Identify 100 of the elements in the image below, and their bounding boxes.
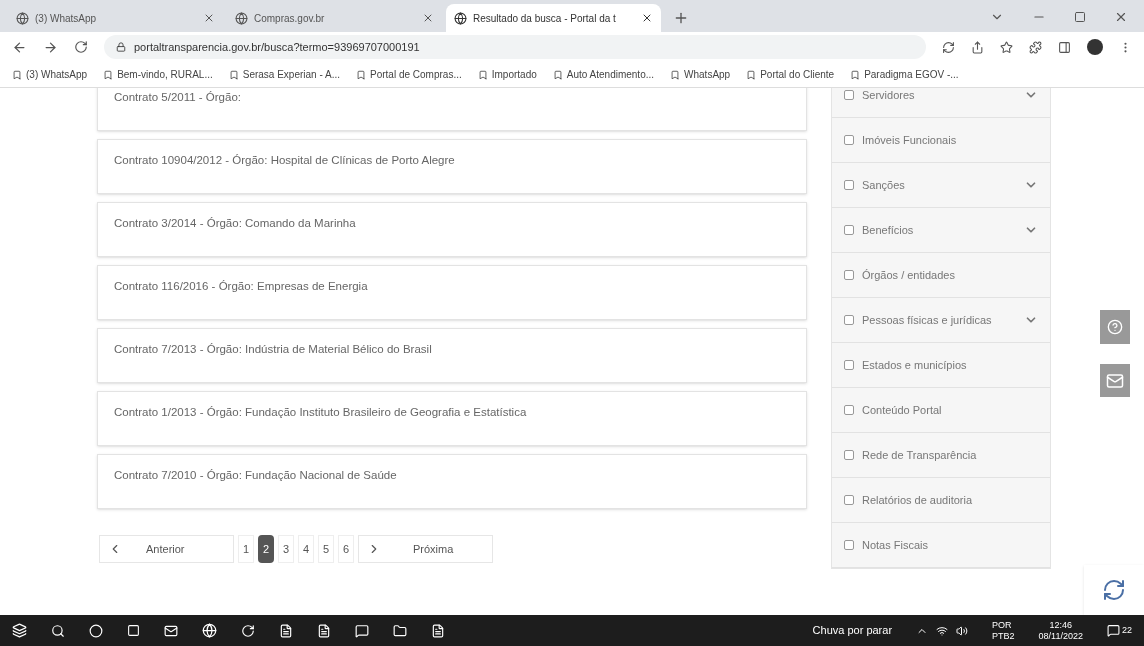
- filter-label: Relatórios de auditoria: [862, 492, 974, 508]
- close-icon[interactable]: [1114, 10, 1128, 24]
- app-icon[interactable]: [241, 623, 255, 638]
- network-icon[interactable]: [936, 624, 949, 637]
- extensions-icon[interactable]: [1029, 40, 1042, 54]
- bookmark-label: WhatsApp: [684, 68, 731, 82]
- filter-item[interactable]: Imóveis Funcionais: [832, 118, 1050, 163]
- page-button[interactable]: 1: [238, 535, 254, 563]
- filter-checkbox[interactable]: [844, 135, 854, 145]
- bookmark-star-icon[interactable]: [1000, 40, 1013, 54]
- filter-item[interactable]: Benefícios: [832, 208, 1050, 253]
- volume-icon[interactable]: [956, 624, 969, 637]
- search-icon[interactable]: [51, 623, 65, 638]
- chat-icon[interactable]: [355, 623, 369, 638]
- browser-tab[interactable]: Resultado da busca - Portal da t: [446, 4, 661, 32]
- filter-checkbox[interactable]: [844, 360, 854, 370]
- circle-icon[interactable]: [89, 623, 103, 638]
- filter-checkbox[interactable]: [844, 495, 854, 505]
- result-card[interactable]: Contrato 116/2016 - Órgão: Empresas de Energia: [97, 265, 807, 320]
- bookmark-item[interactable]: WhatsApp: [670, 67, 731, 82]
- tab-title: Resultado da busca - Portal da t: [473, 11, 617, 26]
- clock-time[interactable]: 12:46: [1049, 619, 1073, 631]
- bookmark-item[interactable]: (3) WhatsApp: [12, 67, 88, 82]
- filter-checkbox[interactable]: [844, 180, 854, 190]
- close-icon[interactable]: [641, 12, 653, 24]
- filter-label: Servidores: [862, 88, 916, 103]
- result-card[interactable]: Contrato 5/2011 - Órgão:: [97, 88, 807, 131]
- recaptcha-icon: [1102, 578, 1126, 603]
- language-text[interactable]: POR: [992, 619, 1015, 631]
- folder-icon[interactable]: [393, 623, 407, 638]
- result-card[interactable]: Contrato 7/2010 - Órgão: Fundação Nacional de Saúde: [97, 454, 807, 509]
- browser-icon[interactable]: [202, 623, 217, 638]
- filter-checkbox[interactable]: [844, 270, 854, 280]
- profile-avatar[interactable]: [1087, 39, 1103, 55]
- filter-checkbox[interactable]: [844, 405, 854, 415]
- close-icon[interactable]: [203, 12, 215, 24]
- filter-label: Rede de Transparência: [862, 447, 978, 463]
- page-button[interactable]: 6: [338, 535, 354, 563]
- back-icon[interactable]: [12, 39, 27, 55]
- result-card[interactable]: Contrato 10904/2012 - Órgão: Hospital de Clínicas de Porto Alegre: [97, 139, 807, 194]
- bookmark-item[interactable]: Auto Atendimento...: [552, 67, 655, 82]
- filter-checkbox[interactable]: [844, 540, 854, 550]
- bookmark-item[interactable]: Importado: [477, 67, 537, 82]
- help-button[interactable]: [1100, 310, 1130, 344]
- filter-item[interactable]: Rede de Transparência: [832, 433, 1050, 478]
- forward-icon[interactable]: [43, 39, 58, 55]
- help-icon: [1107, 318, 1123, 335]
- page-button[interactable]: 2: [258, 535, 274, 563]
- bookmark-item[interactable]: Serasa Experian - A...: [228, 67, 340, 82]
- bookmark-item[interactable]: Portal do Cliente: [746, 67, 835, 82]
- page-button[interactable]: 5: [318, 535, 334, 563]
- new-tab-icon[interactable]: [673, 10, 689, 26]
- page-button[interactable]: 4: [298, 535, 314, 563]
- filter-item[interactable]: Notas Fiscais: [832, 523, 1050, 568]
- filter-item[interactable]: Estados e municípios: [832, 343, 1050, 388]
- spreadsheet-icon[interactable]: [317, 623, 331, 638]
- filter-checkbox[interactable]: [844, 90, 854, 100]
- mail-icon[interactable]: [164, 623, 178, 638]
- reload-icon[interactable]: [74, 40, 88, 54]
- result-card[interactable]: Contrato 1/2013 - Órgão: Fundação Instituto Brasileiro de Geografia e Estatística: [97, 391, 807, 446]
- close-icon[interactable]: [422, 12, 434, 24]
- document-icon[interactable]: [279, 623, 293, 638]
- side-panel-icon[interactable]: [1058, 40, 1071, 54]
- bookmark-item[interactable]: Portal de Compras...: [356, 67, 462, 82]
- filter-label: Sanções: [862, 177, 906, 193]
- filter-checkbox[interactable]: [844, 315, 854, 325]
- bookmark-icon: [356, 69, 366, 80]
- filter-item[interactable]: Relatórios de auditoria: [832, 478, 1050, 523]
- filter-item[interactable]: Servidores: [832, 88, 1050, 118]
- bookmark-label: Importado: [491, 68, 537, 82]
- filter-item[interactable]: Órgãos / entidades: [832, 253, 1050, 298]
- filter-item[interactable]: Pessoas físicas e jurídicas: [832, 298, 1050, 343]
- clock-date[interactable]: 08/11/2022: [1038, 630, 1083, 642]
- next-button[interactable]: Próxima: [358, 535, 493, 563]
- filter-item[interactable]: Conteúdo Portal: [832, 388, 1050, 433]
- bookmark-icon: [746, 69, 757, 80]
- page-button[interactable]: 3: [278, 535, 294, 563]
- weather-text[interactable]: Chuva por parar: [812, 622, 893, 639]
- bookmark-icon: [103, 69, 114, 80]
- filter-item[interactable]: Sanções: [832, 163, 1050, 208]
- bookmark-icon: [228, 69, 239, 80]
- filter-checkbox[interactable]: [844, 225, 854, 235]
- email-button[interactable]: [1100, 363, 1130, 398]
- share-icon[interactable]: [971, 40, 984, 54]
- bookmark-item[interactable]: Bem-vindo, RURAL...: [103, 67, 213, 82]
- file-icon[interactable]: [431, 623, 445, 638]
- notification-badge[interactable]: 22: [1107, 623, 1132, 638]
- address-bar[interactable]: portaltransparencia.gov.br/busca?termo=93969707000191: [104, 35, 926, 59]
- result-card[interactable]: Contrato 7/2013 - Órgão: Indústria de Material Bélico do Brasil: [97, 328, 807, 383]
- url-text: portaltransparencia.gov.br/busca?termo=93969707000191: [134, 39, 420, 55]
- filter-checkbox[interactable]: [844, 450, 854, 460]
- bookmark-label: Auto Atendimento...: [566, 68, 655, 82]
- bookmark-icon: [552, 69, 563, 80]
- restore-icon[interactable]: [1074, 11, 1086, 23]
- bookmark-item[interactable]: Paradigma EGOV -...: [850, 67, 959, 82]
- result-card[interactable]: Contrato 3/2014 - Órgão: Comando da Marinha: [97, 202, 807, 257]
- globe-icon: [454, 11, 467, 25]
- keyboard-layout-text[interactable]: PTB2: [992, 630, 1015, 642]
- task-view-icon[interactable]: [127, 624, 140, 637]
- previous-button[interactable]: Anterior: [99, 535, 234, 563]
